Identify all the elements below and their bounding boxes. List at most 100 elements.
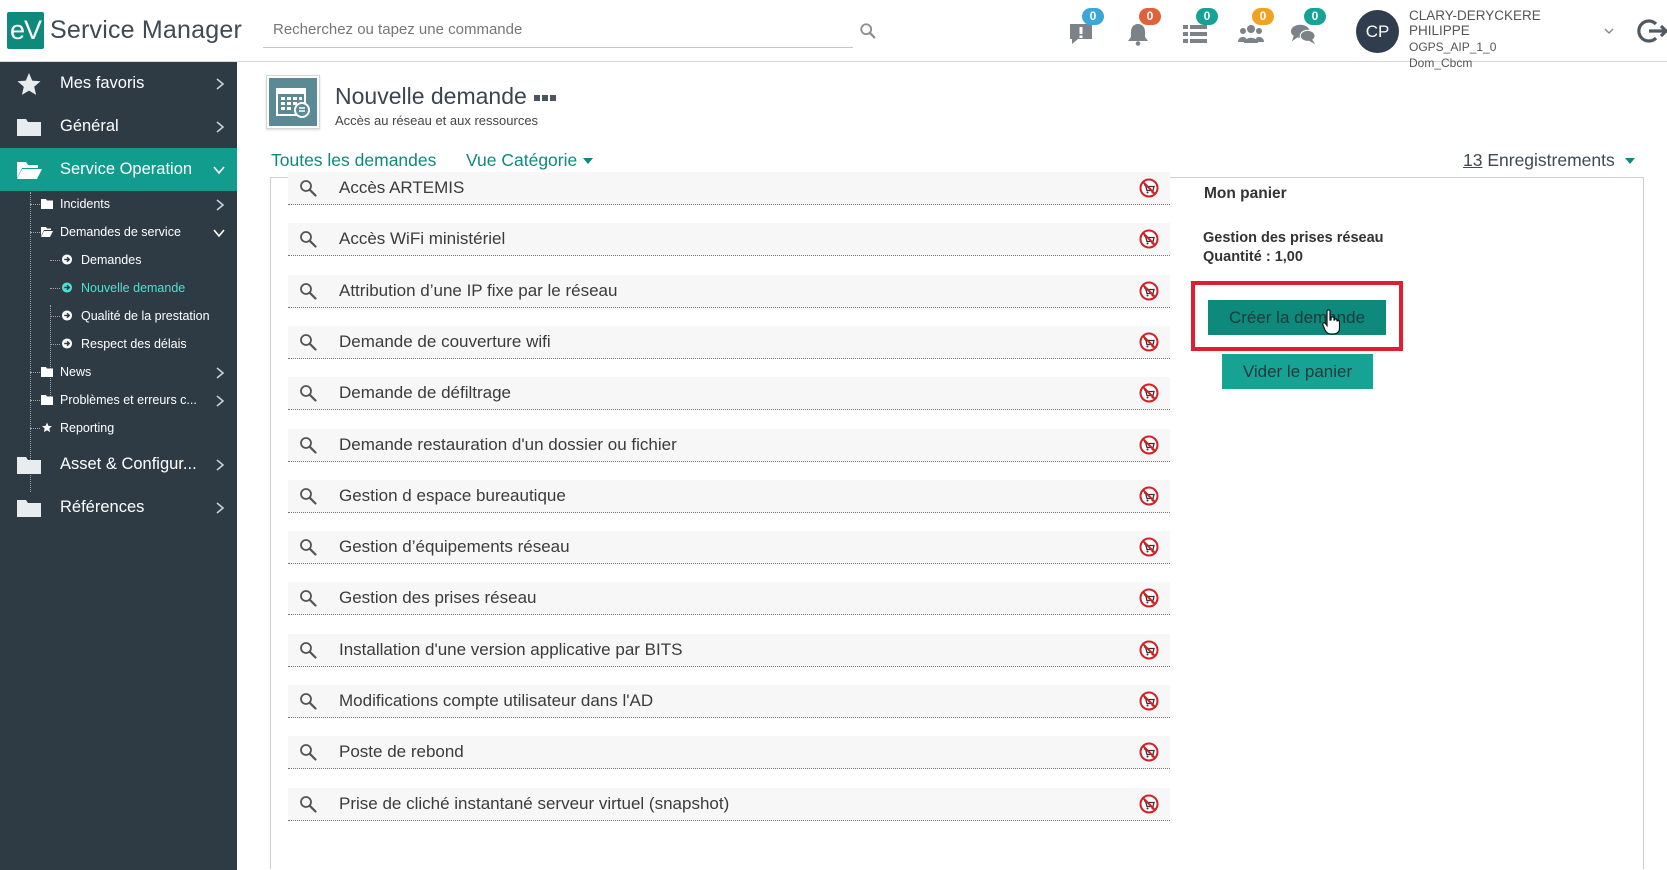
list-item[interactable]: Demande restauration d'un dossier ou fic… (288, 429, 1170, 462)
folder-open-icon (17, 162, 42, 179)
sidebar-item-label: Références (60, 498, 145, 516)
list-item[interactable]: Accès WiFi ministériel (288, 223, 1170, 256)
chevron-right-icon (216, 502, 225, 514)
sidebar-item-service-operation[interactable]: Service Operation (0, 148, 237, 191)
sidebar-item-favorites[interactable]: Mes favoris (0, 62, 237, 105)
sidebar-item-reporting[interactable]: Reporting (0, 414, 237, 442)
list-item[interactable]: Modifications compte utilisateur dans l'… (288, 685, 1170, 718)
list-item[interactable]: Poste de rebond (288, 736, 1170, 769)
list-item[interactable]: Prise de cliché instantané serveur virtu… (288, 788, 1170, 821)
arrow-circle-icon (61, 338, 73, 349)
cart-unavailable-icon[interactable] (1139, 332, 1159, 352)
search-icon[interactable] (299, 538, 317, 556)
arrow-circle-icon (61, 310, 73, 321)
cart-unavailable-icon[interactable] (1139, 742, 1159, 762)
cart-title: Mon panier (1204, 185, 1287, 202)
empty-cart-button[interactable]: Vider le panier (1222, 354, 1373, 389)
logo-badge: eV (7, 12, 44, 49)
notifications-button[interactable]: 0 (1125, 8, 1161, 48)
search-icon[interactable] (299, 282, 317, 300)
list-item-label: Gestion d espace bureautique (339, 486, 566, 505)
list-item-label: Installation d'une version applicative p… (339, 640, 683, 659)
search-input[interactable] (263, 14, 803, 44)
sidebar-item-references[interactable]: Références (0, 486, 237, 529)
cart-unavailable-icon[interactable] (1139, 178, 1159, 198)
list-item-label: Poste de rebond (339, 742, 464, 761)
search-icon[interactable] (299, 436, 317, 454)
folder-open-icon (41, 227, 53, 237)
tasks-badge: 0 (1196, 8, 1218, 25)
sidebar-item-demandes[interactable]: Demandes (0, 246, 237, 274)
list-item[interactable]: Demande de défiltrage (288, 377, 1170, 410)
app-logo[interactable]: eV Service Manager (7, 12, 242, 49)
create-request-button[interactable]: Créer la demande (1208, 300, 1386, 335)
user-domain: Dom_Cbcm (1409, 56, 1473, 70)
cart-unavailable-icon[interactable] (1139, 537, 1159, 557)
sidebar-item-service-requests[interactable]: Demandes de service (0, 218, 237, 246)
list-item[interactable]: Demande de couverture wifi (288, 326, 1170, 359)
cart-unavailable-icon[interactable] (1139, 486, 1159, 506)
search-icon[interactable] (299, 692, 317, 710)
search-icon[interactable] (299, 384, 317, 402)
sidebar-item-label: Asset & Configur... (60, 455, 197, 473)
cart-unavailable-icon[interactable] (1139, 794, 1159, 814)
cart-unavailable-icon[interactable] (1139, 383, 1159, 403)
list-item[interactable]: Accès ARTEMIS (288, 172, 1170, 205)
records-dropdown[interactable]: 13 Enregistrements (1463, 150, 1635, 171)
search-icon[interactable] (299, 589, 317, 607)
all-requests-link[interactable]: Toutes les demandes (271, 150, 436, 171)
cart-unavailable-icon[interactable] (1139, 588, 1159, 608)
list-item[interactable]: Gestion d espace bureautique (288, 480, 1170, 513)
caret-down-icon (583, 158, 594, 165)
sidebar-item-asset[interactable]: Asset & Configur... (0, 443, 237, 486)
sidebar-item-respect-delais[interactable]: Respect des délais (0, 330, 237, 358)
sidebar-item-incidents[interactable]: Incidents (0, 190, 237, 218)
alerts-button[interactable]: 0 (1068, 8, 1104, 48)
arrow-circle-icon (61, 282, 73, 293)
list-item[interactable]: Attribution d’une IP fixe par le réseau (288, 275, 1170, 308)
sidebar-item-label: Nouvelle demande (81, 281, 186, 295)
avatar[interactable]: CP (1356, 10, 1399, 53)
cart-unavailable-icon[interactable] (1139, 281, 1159, 301)
sidebar-item-label: Qualité de la prestation (81, 309, 210, 323)
tasks-button[interactable]: 0 (1182, 8, 1218, 48)
search-icon[interactable] (299, 795, 317, 813)
sidebar: Mes favoris Général Service Operation In… (0, 62, 237, 870)
list-item[interactable]: Installation d'une version applicative p… (288, 634, 1170, 667)
search-icon[interactable] (299, 641, 317, 659)
sidebar-item-label: Mes favoris (60, 74, 145, 92)
list-icon (1183, 25, 1207, 43)
search-icon[interactable] (299, 487, 317, 505)
logout-icon[interactable] (1637, 16, 1667, 46)
search-icon[interactable] (299, 230, 317, 248)
page-subtitle: Accès au réseau et aux ressources (335, 113, 539, 128)
cart-unavailable-icon[interactable] (1139, 229, 1159, 249)
sidebar-item-problemes[interactable]: Problèmes et erreurs c... (0, 386, 237, 414)
more-options-icon[interactable] (534, 95, 556, 101)
cart-unavailable-icon[interactable] (1139, 435, 1159, 455)
cart-unavailable-icon[interactable] (1139, 691, 1159, 711)
sidebar-item-general[interactable]: Général (0, 105, 237, 148)
calendar-request-icon (276, 88, 310, 118)
search-icon[interactable] (299, 179, 317, 197)
chat-button[interactable]: 0 (1290, 8, 1326, 48)
search-icon[interactable] (299, 743, 317, 761)
category-view-dropdown[interactable]: Vue Catégorie (466, 150, 594, 171)
cart-unavailable-icon[interactable] (1139, 640, 1159, 660)
search-icon[interactable] (299, 333, 317, 351)
sidebar-item-nouvelle-demande[interactable]: Nouvelle demande (0, 274, 237, 302)
chevron-right-icon (216, 78, 225, 90)
folder-icon (41, 367, 53, 377)
user-info[interactable]: CLARY-DERYCKERE PHILIPPE OGPS_AIP_1_0 Do… (1409, 8, 1599, 70)
list-item-label: Prise de cliché instantané serveur virtu… (339, 794, 730, 813)
sidebar-item-news[interactable]: News (0, 358, 237, 386)
chevron-down-icon[interactable] (1603, 25, 1615, 37)
search-icon[interactable] (859, 22, 877, 40)
list-item[interactable]: Gestion d’équipements réseau (288, 531, 1170, 564)
chevron-right-icon (216, 459, 225, 471)
teams-button[interactable]: 0 (1238, 8, 1274, 48)
teams-badge: 0 (1252, 8, 1274, 25)
list-item[interactable]: Gestion des prises réseau (288, 582, 1170, 615)
list-item-label: Modifications compte utilisateur dans l'… (339, 691, 654, 710)
sidebar-item-qualite[interactable]: Qualité de la prestation (0, 302, 237, 330)
